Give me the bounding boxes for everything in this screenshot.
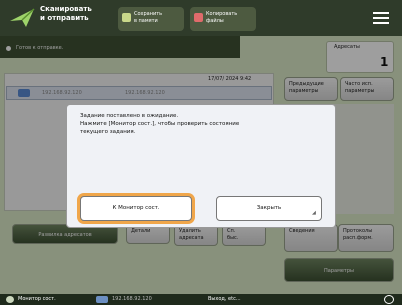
- close-button[interactable]: Закрыть: [216, 196, 322, 221]
- status-bar: [0, 294, 402, 305]
- network-status-icon: [96, 296, 108, 303]
- tab-store-memory[interactable]: Сохранить в памяти: [118, 7, 184, 31]
- menu-icon[interactable]: [370, 9, 392, 27]
- network-address: 192.168.92.120: [112, 296, 152, 302]
- tab-copy-files[interactable]: Копировать файлы: [190, 7, 256, 31]
- dialog-message: Задание поставлено в ожидание. Нажмите […: [80, 113, 240, 135]
- status-monitor-icon: [6, 296, 14, 303]
- copy-icon: [194, 13, 203, 22]
- corner-arrow-icon: ◢: [312, 210, 316, 216]
- scan-send-icon[interactable]: [8, 7, 36, 29]
- memory-icon: [122, 13, 131, 22]
- language-link[interactable]: Выход, etc...: [208, 294, 241, 305]
- settings-icon[interactable]: [384, 295, 394, 304]
- status-monitor-button[interactable]: К Монитор сост.: [80, 196, 192, 221]
- app-title: Сканировать и отправить: [40, 5, 92, 22]
- status-monitor-link[interactable]: Монитор сост.: [18, 294, 56, 305]
